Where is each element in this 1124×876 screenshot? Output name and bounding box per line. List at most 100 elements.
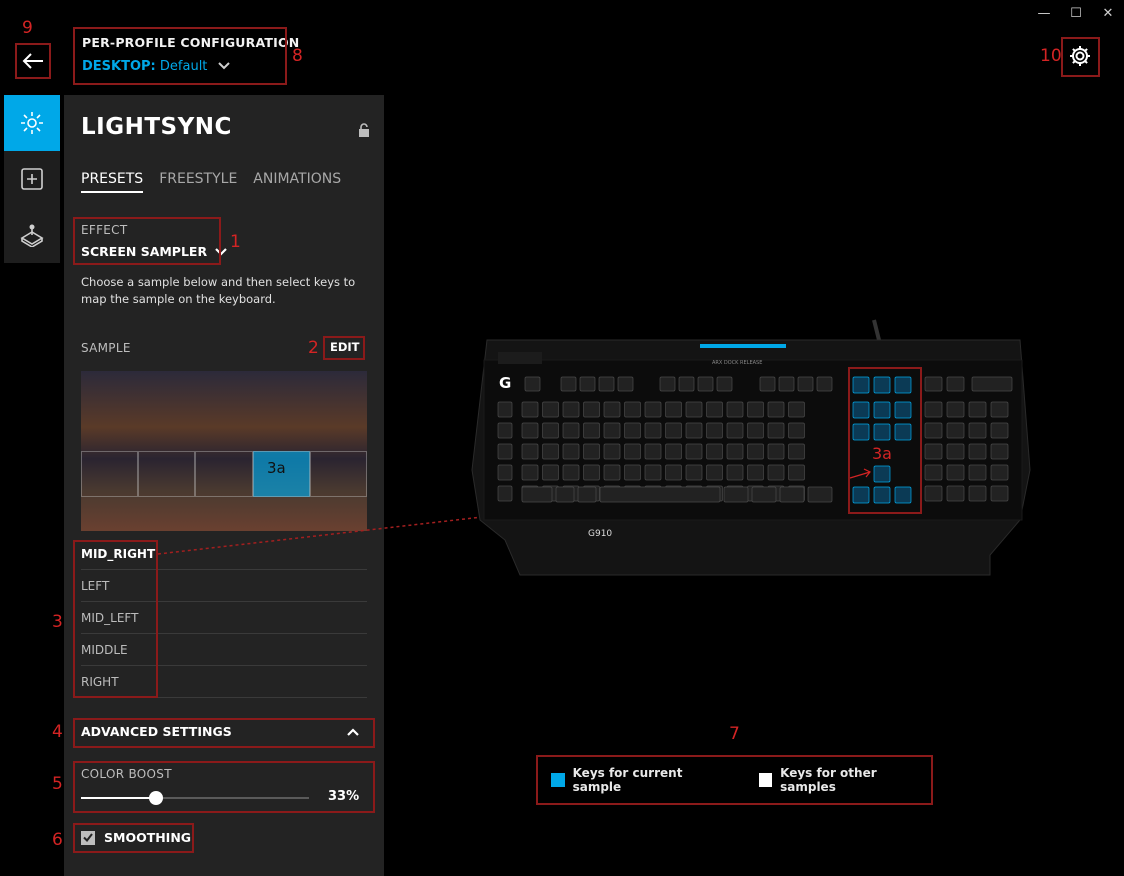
keyboard-key[interactable] (497, 401, 513, 418)
keyboard-key[interactable] (497, 464, 513, 481)
keyboard-key[interactable] (723, 486, 749, 503)
keyboard-key[interactable] (659, 376, 676, 392)
keyboard-key-highlighted[interactable] (852, 401, 870, 419)
keyboard-key[interactable] (816, 376, 833, 392)
keyboard-key[interactable] (706, 443, 723, 460)
keyboard-key[interactable] (644, 422, 662, 439)
keyboard-key-highlighted[interactable] (873, 465, 891, 483)
keyboard-key[interactable] (706, 422, 723, 439)
keyboard-key[interactable] (603, 401, 621, 418)
keyboard-key[interactable] (624, 401, 641, 418)
keyboard-key[interactable] (521, 401, 539, 418)
keyboard-key[interactable] (767, 443, 785, 460)
keyboard-key[interactable] (542, 464, 559, 481)
keyboard-key[interactable] (767, 464, 785, 481)
keyboard-key[interactable] (665, 401, 682, 418)
keyboard-key[interactable] (759, 376, 776, 392)
keyboard-key[interactable] (924, 485, 943, 502)
keyboard-key-highlighted[interactable] (852, 423, 870, 441)
keyboard-key[interactable] (678, 376, 695, 392)
keyboard-key[interactable] (583, 422, 600, 439)
keyboard-key[interactable] (603, 422, 621, 439)
keyboard-key-highlighted[interactable] (873, 486, 891, 504)
keyboard-key[interactable] (990, 422, 1009, 439)
keyboard-key[interactable] (562, 464, 580, 481)
keyboard-key[interactable] (603, 443, 621, 460)
keyboard-key[interactable] (788, 464, 805, 481)
keyboard-key[interactable] (599, 486, 721, 503)
keyboard-key-highlighted[interactable] (894, 401, 912, 419)
keyboard-key[interactable] (521, 443, 539, 460)
keyboard-key[interactable] (562, 422, 580, 439)
keyboard-key[interactable] (924, 376, 943, 392)
keyboard-key[interactable] (968, 443, 987, 460)
keyboard-key[interactable] (624, 422, 641, 439)
keyboard-key[interactable] (685, 464, 703, 481)
keyboard-key-highlighted[interactable] (894, 486, 912, 504)
keyboard-key-highlighted[interactable] (873, 401, 891, 419)
keyboard-key[interactable] (555, 486, 575, 503)
keyboard-key[interactable] (968, 464, 987, 481)
keyboard-key[interactable] (807, 486, 833, 503)
keyboard-key[interactable] (946, 443, 965, 460)
keyboard-key[interactable] (542, 422, 559, 439)
keyboard-key-highlighted[interactable] (894, 423, 912, 441)
keyboard-key[interactable] (665, 464, 682, 481)
keyboard-key[interactable] (747, 464, 764, 481)
keyboard-key-highlighted[interactable] (852, 376, 870, 394)
keyboard-key[interactable] (706, 401, 723, 418)
keyboard-key[interactable] (542, 401, 559, 418)
keyboard-key[interactable] (946, 401, 965, 418)
keyboard-key[interactable] (583, 443, 600, 460)
keyboard-key[interactable] (779, 486, 805, 503)
keyboard-key[interactable] (524, 376, 541, 392)
keyboard-key[interactable] (562, 443, 580, 460)
keyboard-key[interactable] (583, 464, 600, 481)
keyboard-key[interactable] (603, 464, 621, 481)
keyboard-key[interactable] (617, 376, 634, 392)
keyboard-key[interactable] (990, 464, 1009, 481)
keyboard-key[interactable] (788, 401, 805, 418)
keyboard-key-highlighted[interactable] (873, 423, 891, 441)
keyboard-key[interactable] (968, 422, 987, 439)
keyboard-key[interactable] (497, 443, 513, 460)
keyboard-key[interactable] (747, 401, 764, 418)
keyboard-key[interactable] (577, 486, 597, 503)
keyboard-key[interactable] (521, 486, 553, 503)
keyboard-key[interactable] (990, 401, 1009, 418)
keyboard-key[interactable] (644, 464, 662, 481)
keyboard-key[interactable] (946, 464, 965, 481)
keyboard-key[interactable] (726, 464, 744, 481)
keyboard-key-highlighted[interactable] (852, 486, 870, 504)
keyboard-key[interactable] (497, 422, 513, 439)
keyboard-key[interactable] (598, 376, 615, 392)
keyboard-key[interactable] (716, 376, 733, 392)
keyboard-key[interactable] (924, 422, 943, 439)
keyboard-key[interactable] (767, 401, 785, 418)
keyboard-key[interactable] (497, 485, 513, 502)
keyboard-key[interactable] (726, 443, 744, 460)
keyboard-key[interactable] (946, 485, 965, 502)
keyboard-key[interactable] (560, 376, 577, 392)
keyboard-key[interactable] (697, 376, 714, 392)
keyboard-key[interactable] (706, 464, 723, 481)
keyboard-key[interactable] (924, 443, 943, 460)
keyboard-key[interactable] (990, 485, 1009, 502)
keyboard-key[interactable] (924, 464, 943, 481)
keyboard-key[interactable] (968, 401, 987, 418)
keyboard-key[interactable] (788, 443, 805, 460)
keyboard-key[interactable] (946, 376, 965, 392)
keyboard-key[interactable] (971, 376, 1013, 392)
keyboard-key[interactable] (946, 422, 965, 439)
keyboard-key[interactable] (542, 443, 559, 460)
keyboard-key[interactable] (579, 376, 596, 392)
keyboard-key[interactable] (562, 401, 580, 418)
keyboard-key[interactable] (751, 486, 777, 503)
keyboard-key[interactable] (644, 401, 662, 418)
keyboard-key[interactable] (726, 422, 744, 439)
keyboard-key[interactable] (665, 422, 682, 439)
keyboard-key[interactable] (521, 422, 539, 439)
keyboard-key[interactable] (924, 401, 943, 418)
keyboard-key[interactable] (665, 443, 682, 460)
keyboard-key[interactable] (778, 376, 795, 392)
